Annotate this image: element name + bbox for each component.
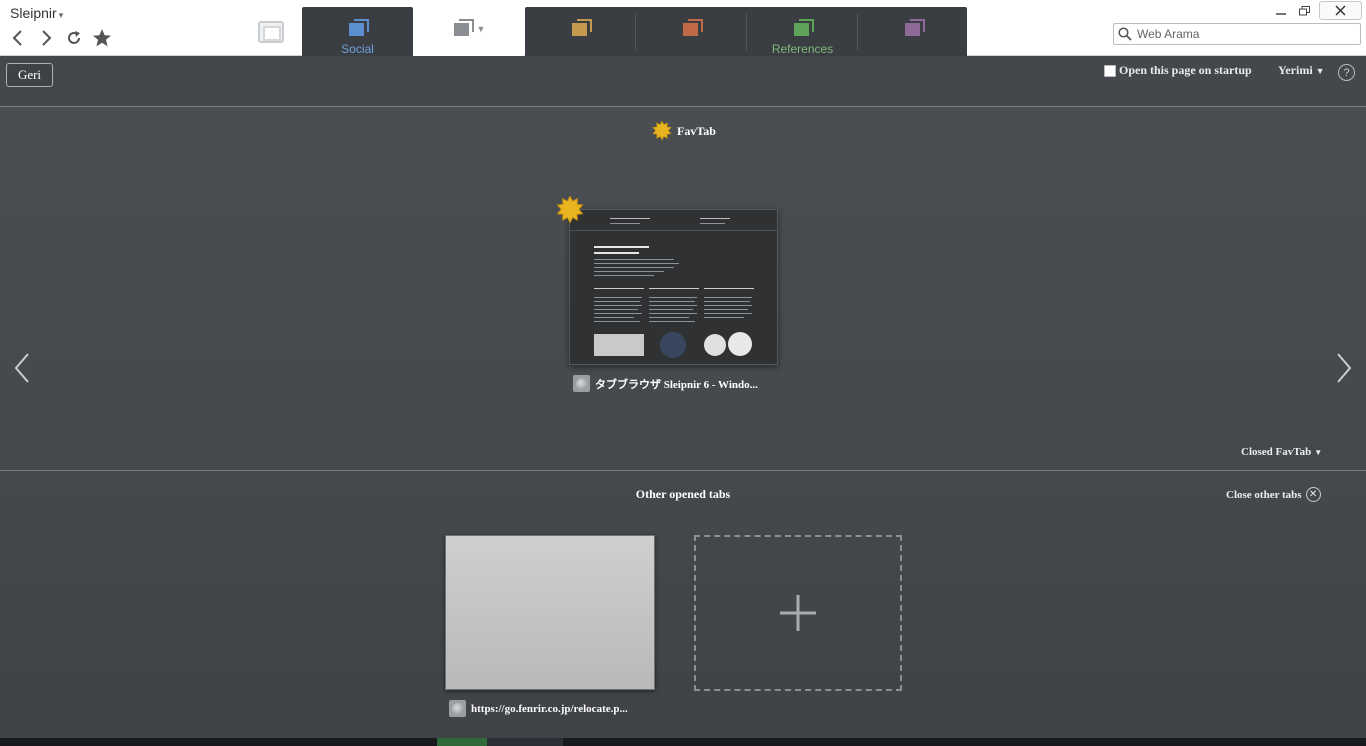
tab-group-icon [792, 19, 814, 39]
minimize-icon [1276, 13, 1286, 15]
user-menu[interactable]: Yerimi ▼ [1278, 63, 1325, 78]
taskbar [0, 738, 1366, 746]
new-tab-button[interactable] [694, 535, 902, 691]
chevron-right-icon [1337, 353, 1352, 383]
tab-group-purple[interactable] [858, 7, 969, 56]
tab-group-icon [347, 19, 369, 39]
chevron-down-icon: ▼ [1314, 448, 1323, 457]
back-button[interactable] [8, 28, 28, 48]
chevron-down-icon: ▾ [58, 10, 64, 20]
back-page-button[interactable]: Geri [6, 63, 53, 87]
close-other-tabs-button[interactable]: Close other tabs ✕ [1226, 487, 1321, 502]
restore-button[interactable] [1294, 3, 1314, 19]
favtab-title: FavTab [677, 123, 716, 138]
taskbar-active-item[interactable] [437, 738, 487, 746]
minimize-button[interactable] [1271, 3, 1291, 19]
forward-button[interactable] [36, 28, 56, 48]
tab-group-icon [452, 19, 474, 39]
tab-group-label: References [771, 42, 834, 56]
favtab-item-caption[interactable]: タブブラウザ Sleipnir 6 - Windo... [573, 375, 758, 392]
brand-label: Sleipnir [10, 5, 57, 21]
other-tabs-section [0, 471, 1366, 738]
tab-group-red[interactable] [636, 7, 747, 56]
favtab-item-title: タブブラウザ Sleipnir 6 - Windo... [595, 378, 758, 391]
taskbar-item[interactable] [487, 738, 563, 746]
favtab-thumbnail[interactable] [569, 209, 778, 365]
chevron-down-icon: ▼ [1315, 66, 1325, 76]
favtab-badge-icon [556, 196, 584, 224]
globe-icon [573, 375, 590, 392]
globe-icon [449, 700, 466, 717]
user-label: Yerimi [1278, 63, 1313, 77]
back-arrow-icon [12, 30, 22, 46]
star-icon [93, 29, 111, 47]
other-tabs-heading: Other opened tabs [635, 487, 731, 501]
closed-favtab-menu[interactable]: Closed FavTab ▼ [1241, 446, 1322, 458]
close-icon [1335, 5, 1346, 16]
search-icon [1118, 27, 1132, 41]
chevron-left-icon [14, 353, 29, 383]
tab-group-icon [681, 19, 703, 39]
bookmark-button[interactable] [92, 28, 112, 48]
favtab-sun-icon [652, 121, 672, 141]
startup-checkbox[interactable] [1104, 64, 1116, 77]
tab-group-icon [903, 19, 925, 39]
opened-tab-caption[interactable]: https://go.fenrir.co.jp/relocate.p... [449, 700, 628, 717]
tab-group-references[interactable]: References [747, 7, 858, 56]
chevron-down-icon: ▼ [476, 24, 486, 34]
reload-icon [68, 31, 80, 44]
search-input[interactable] [1137, 27, 1360, 41]
forward-arrow-icon [42, 30, 52, 46]
previous-arrow-button[interactable] [12, 352, 32, 384]
favtab-heading: FavTab [652, 121, 716, 141]
close-window-button[interactable] [1319, 1, 1362, 20]
tab-overview-icon[interactable] [258, 21, 284, 43]
opened-tab-thumbnail[interactable] [445, 535, 655, 690]
open-on-startup-option[interactable]: Open this page on startup [1104, 63, 1252, 78]
tab-group-default[interactable]: ▼ [413, 7, 524, 56]
close-circle-icon: ✕ [1305, 487, 1321, 502]
tab-group-label: Social [341, 42, 374, 56]
restore-icon [1298, 6, 1310, 16]
browser-toolbar: Sleipnir ▾ Social ▼ References Web Arama [0, 0, 1366, 56]
plus-icon [780, 595, 816, 631]
tab-group-icon [570, 19, 592, 39]
help-button[interactable]: ? [1338, 64, 1355, 81]
opened-tab-title: https://go.fenrir.co.jp/relocate.p... [471, 702, 628, 715]
next-arrow-button[interactable] [1334, 352, 1354, 384]
browser-menu[interactable]: Sleipnir ▾ [10, 5, 63, 21]
web-search-box [1113, 23, 1361, 45]
close-other-tabs-label: Close other tabs [1226, 488, 1302, 501]
reload-button[interactable] [64, 28, 84, 48]
closed-favtab-label: Closed FavTab [1241, 446, 1312, 458]
tab-group-social[interactable]: Social [302, 7, 413, 56]
tab-group-orange[interactable] [525, 7, 636, 56]
startup-label: Open this page on startup [1119, 63, 1252, 77]
